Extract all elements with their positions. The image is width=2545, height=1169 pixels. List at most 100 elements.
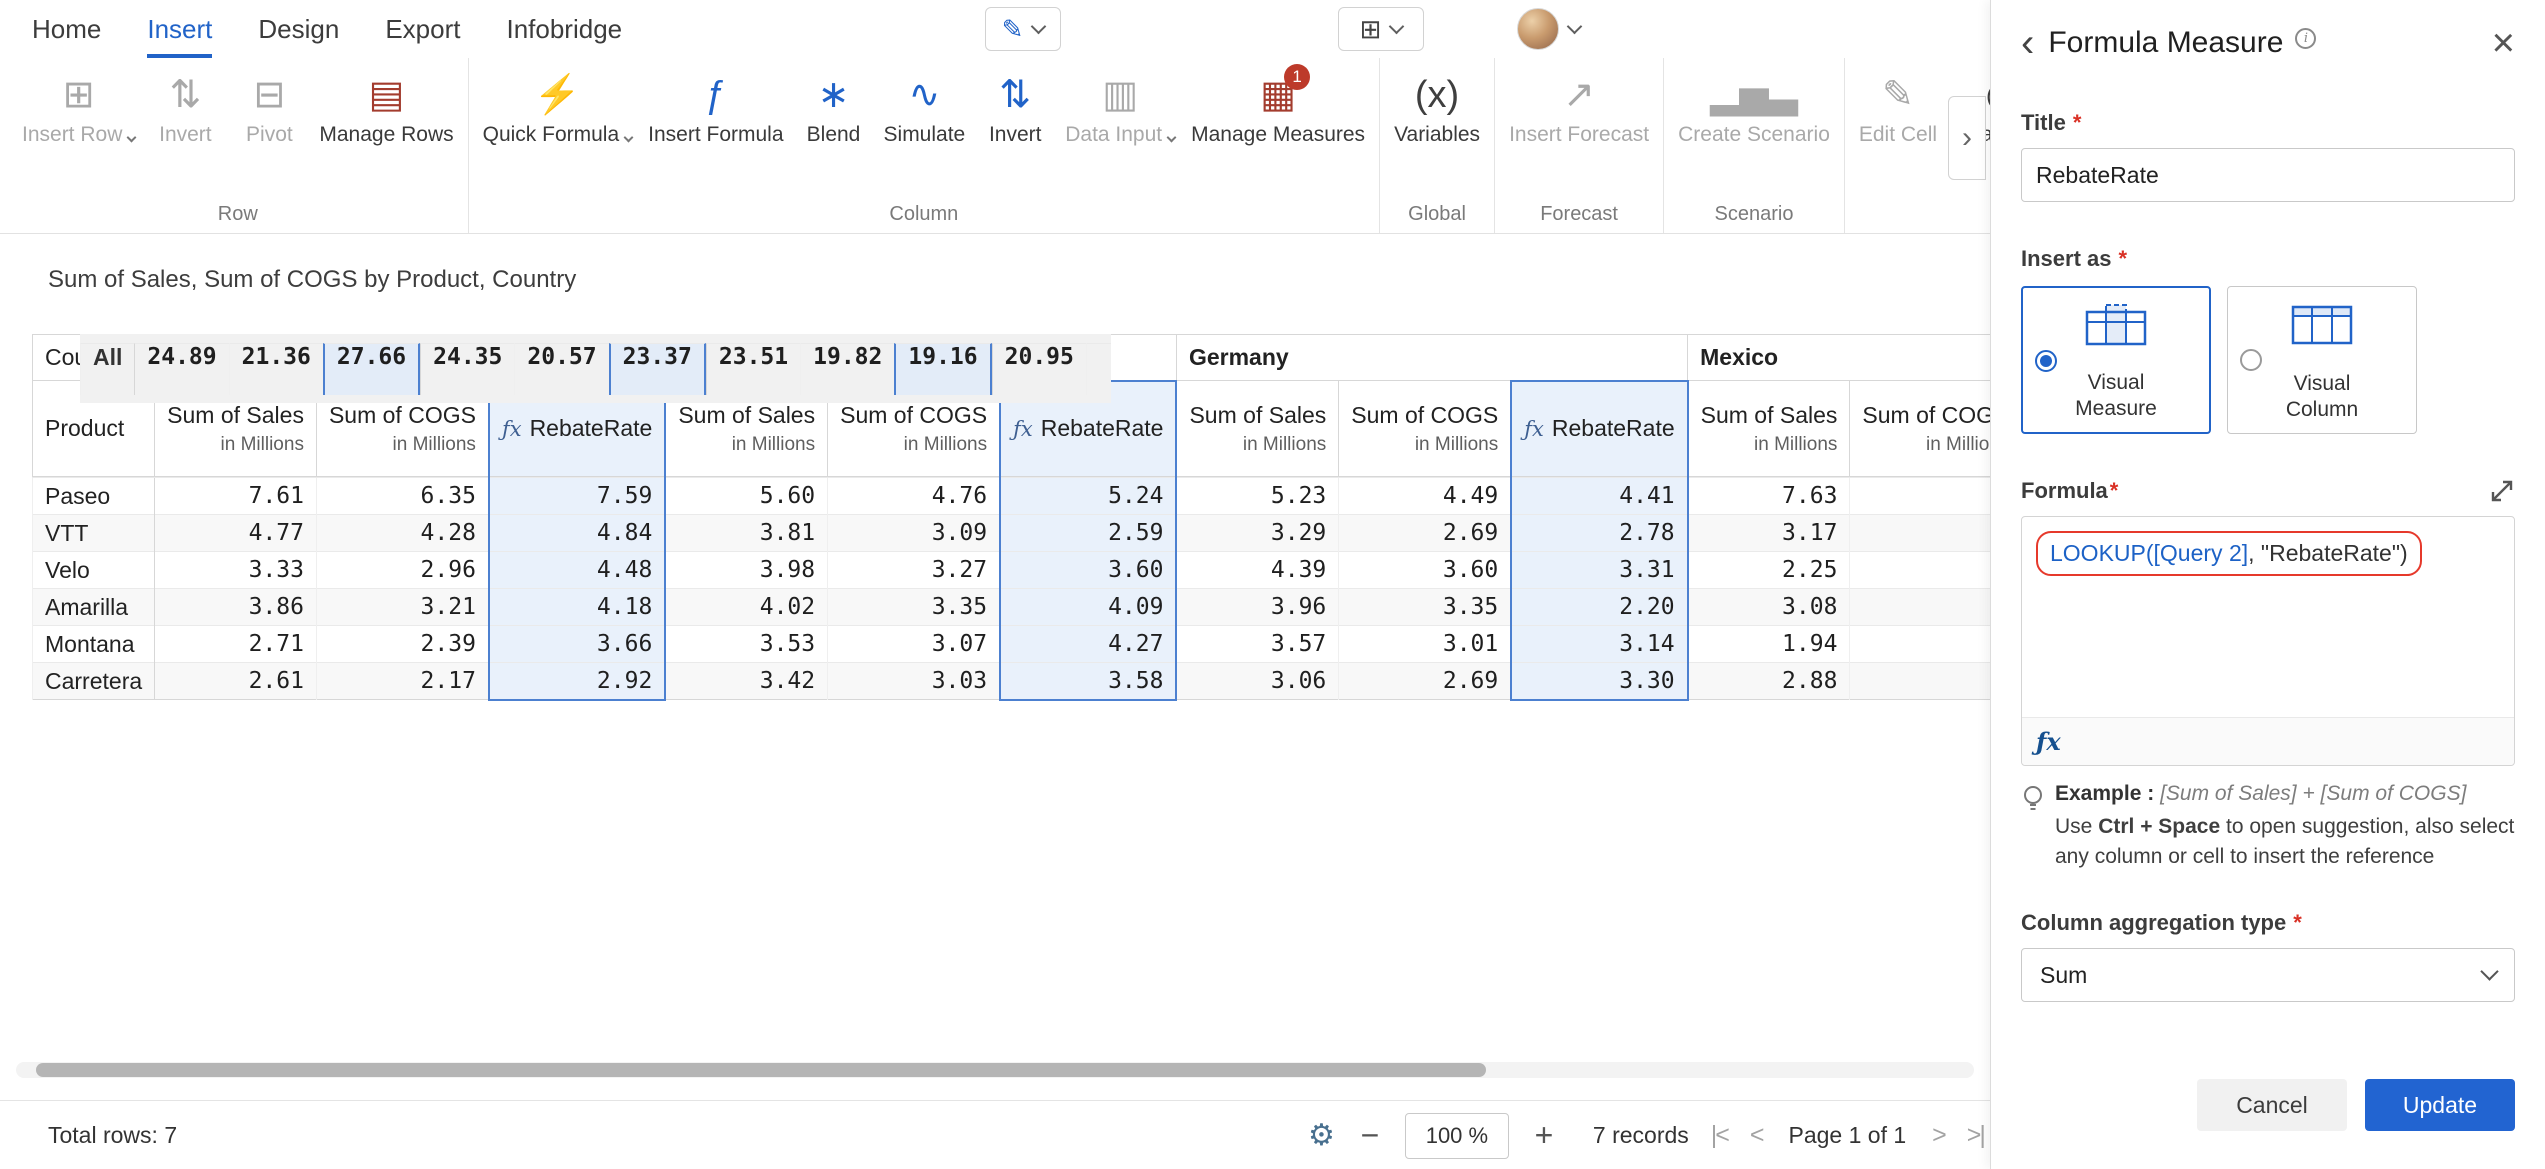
cell[interactable]: 3.21 [316, 589, 488, 626]
row-label[interactable]: VTT [33, 515, 155, 552]
cell[interactable]: 4.28 [316, 515, 488, 552]
cell[interactable]: 2.25 [1688, 552, 1850, 589]
cell[interactable]: 3.30 [1511, 663, 1687, 700]
measure-header-sum-of-cogs[interactable]: Sum of COGSin Millions [1339, 381, 1511, 477]
cell[interactable]: 3.01 [1339, 626, 1511, 663]
cell[interactable]: 3.35 [828, 589, 1000, 626]
ribbon-button-column-quick-formula[interactable]: ⚡Quick Formula [475, 66, 641, 199]
cell[interactable]: 2.88 [1688, 663, 1850, 700]
cell[interactable] [1850, 478, 1990, 515]
row-label[interactable]: Velo [33, 552, 155, 589]
title-input[interactable] [2021, 148, 2515, 202]
cell[interactable]: 24.89 [134, 343, 228, 395]
menu-tab-export[interactable]: Export [385, 0, 460, 58]
cell[interactable]: 27.66 [323, 343, 420, 395]
next-page-button[interactable]: > [1932, 1121, 1945, 1150]
expand-icon[interactable] [2489, 478, 2515, 504]
cell[interactable] [1850, 515, 1990, 552]
close-icon[interactable]: × [2492, 27, 2515, 59]
cell[interactable]: 3.60 [1339, 552, 1511, 589]
cell[interactable]: 3.96 [1176, 589, 1338, 626]
ribbon-button-global-variables[interactable]: (x)Variables [1386, 66, 1488, 199]
row-label[interactable]: Montana [33, 626, 155, 663]
cell[interactable]: 2.20 [1511, 589, 1687, 626]
cell[interactable]: 3.09 [828, 515, 1000, 552]
cell[interactable]: 7.59 [489, 478, 665, 515]
cell[interactable]: 2.61 [155, 663, 317, 700]
back-icon[interactable]: ‹ [2021, 27, 2034, 59]
cell[interactable]: 3.03 [828, 663, 1000, 700]
zoom-out-button[interactable]: − [1357, 1117, 1383, 1154]
prev-page-button[interactable]: < [1750, 1121, 1763, 1150]
cell[interactable]: 2.96 [316, 552, 488, 589]
row-label[interactable]: Paseo [33, 478, 155, 515]
first-page-button[interactable]: |< [1711, 1121, 1728, 1150]
country-header-mexico[interactable]: Mexico [1688, 335, 1990, 381]
cell[interactable]: 3.66 [489, 626, 665, 663]
cancel-button[interactable]: Cancel [2197, 1079, 2347, 1131]
cell[interactable]: 20.57 [514, 343, 608, 395]
cell[interactable]: 3.07 [828, 626, 1000, 663]
cell[interactable]: 2.59 [1000, 515, 1176, 552]
cell[interactable]: 3.60 [1000, 552, 1176, 589]
cell[interactable]: 4.39 [1176, 552, 1338, 589]
cell[interactable]: 3.35 [1339, 589, 1511, 626]
cell[interactable]: 5.60 [665, 478, 827, 515]
cell[interactable]: 5.24 [1000, 478, 1176, 515]
cell[interactable]: 23.51 [706, 343, 800, 395]
cell[interactable]: 3.27 [828, 552, 1000, 589]
zoom-in-button[interactable]: + [1531, 1117, 1557, 1154]
cell[interactable]: 3.81 [665, 515, 827, 552]
ribbon-button-row-manage-rows[interactable]: ▤Manage Rows [311, 66, 461, 199]
cell[interactable]: 3.14 [1511, 626, 1687, 663]
ribbon-button-column-simulate[interactable]: ∿Simulate [876, 66, 974, 199]
cell[interactable]: 2.17 [316, 663, 488, 700]
measure-header-sum-of-cogs[interactable]: Sum of COGSin Millions [1850, 381, 1990, 477]
cell[interactable]: 7.61 [155, 478, 317, 515]
cell[interactable]: 19.16 [894, 343, 991, 395]
menu-tab-home[interactable]: Home [32, 0, 101, 58]
cell[interactable]: 19.82 [800, 343, 894, 395]
cell[interactable]: 3.86 [155, 589, 317, 626]
cell[interactable]: 4.18 [489, 589, 665, 626]
cell[interactable]: 4.48 [489, 552, 665, 589]
cell[interactable] [1850, 552, 1990, 589]
option-visual-measure[interactable]: Visual Measure [2021, 286, 2211, 434]
cell[interactable]: 2.92 [489, 663, 665, 700]
cell[interactable]: 1.94 [1688, 626, 1850, 663]
edit-view-button[interactable]: ✎ [985, 7, 1061, 51]
cell[interactable]: 2.71 [155, 626, 317, 663]
row-label[interactable]: All [80, 343, 134, 395]
cell[interactable]: 2.69 [1339, 663, 1511, 700]
cell[interactable]: 6.35 [316, 478, 488, 515]
last-page-button[interactable]: >| [1967, 1121, 1984, 1150]
cell[interactable]: 7.63 [1688, 478, 1850, 515]
cell[interactable]: 2.39 [316, 626, 488, 663]
cell[interactable]: 4.76 [828, 478, 1000, 515]
cell[interactable]: 4.02 [665, 589, 827, 626]
cell[interactable]: 3.42 [665, 663, 827, 700]
cell[interactable]: 20.95 [992, 343, 1086, 395]
measure-header-rebaterate[interactable]: ƒxRebateRate [1511, 381, 1687, 477]
cell[interactable]: 24.35 [420, 343, 514, 395]
ribbon-expand-button[interactable]: › [1948, 96, 1986, 180]
cell[interactable]: 4.77 [155, 515, 317, 552]
ribbon-button-column-insert-formula[interactable]: ƒInsert Formula [640, 66, 791, 199]
menu-tab-infobridge[interactable]: Infobridge [506, 0, 622, 58]
cell[interactable]: 4.27 [1000, 626, 1176, 663]
cell[interactable]: 4.49 [1339, 478, 1511, 515]
measure-header-sum-of-sales[interactable]: Sum of Salesin Millions [1688, 381, 1850, 477]
radio-visual-measure[interactable] [2035, 350, 2057, 372]
horizontal-scrollbar[interactable] [16, 1062, 1974, 1078]
cell[interactable]: 2.78 [1511, 515, 1687, 552]
add-widget-button[interactable]: ⊞ [1338, 7, 1424, 51]
ribbon-button-column-invert[interactable]: ⇅Invert [973, 66, 1057, 199]
cell[interactable]: 4.41 [1511, 478, 1687, 515]
scrollbar-thumb[interactable] [36, 1063, 1486, 1077]
cell[interactable]: 3.08 [1688, 589, 1850, 626]
cell[interactable]: 4.09 [1000, 589, 1176, 626]
measure-header-sum-of-sales[interactable]: Sum of Salesin Millions [1176, 381, 1338, 477]
info-icon[interactable]: i [2295, 28, 2316, 49]
cell[interactable]: 23.37 [609, 343, 706, 395]
cell[interactable]: 3.57 [1176, 626, 1338, 663]
